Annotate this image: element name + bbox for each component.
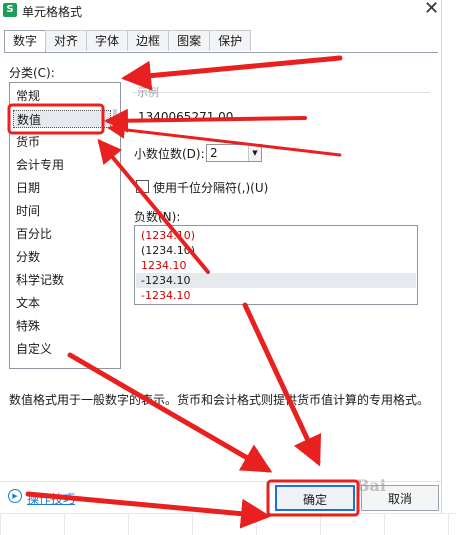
app-icon: S — [3, 3, 17, 17]
tab-pattern[interactable]: 图案 — [168, 30, 211, 51]
negatives-list[interactable]: (1234.10) (1234.10) 1234.10 -1234.10 -12… — [134, 225, 418, 305]
tab-strip: 数字 对齐 字体 边框 图案 保护 — [4, 30, 252, 52]
dialog-title: 单元格格式 — [22, 5, 83, 19]
arrow-to-ok-2 — [67, 352, 273, 473]
category-item-number[interactable]: 数值 — [13, 110, 111, 128]
tab-font[interactable]: 字体 — [86, 30, 129, 51]
negative-option[interactable]: -1234.10 — [141, 288, 190, 303]
negative-option[interactable]: (1234.10) — [141, 243, 195, 258]
decimals-stepper[interactable]: 2 ▼ — [206, 144, 262, 162]
chevron-down-icon[interactable]: ▼ — [248, 145, 261, 161]
category-list[interactable]: 常规 数值 货币 会计专用 日期 时间 百分比 分数 科学记数 文本 特殊 自定… — [9, 82, 121, 369]
sheet-grid-background — [0, 513, 456, 535]
watermark-logo: Bai — [356, 476, 386, 495]
close-icon[interactable]: ✕ — [424, 0, 439, 19]
category-item-custom[interactable]: 自定义 — [16, 340, 52, 358]
play-icon[interactable]: ▶ — [8, 489, 22, 503]
category-scrollbar[interactable] — [113, 109, 117, 128]
tips-link[interactable]: 操作技巧 — [27, 490, 75, 507]
ok-button[interactable]: 确定 — [275, 485, 355, 511]
category-item-currency[interactable]: 货币 — [16, 133, 40, 151]
thousands-label: 使用千位分隔符(,)(U) — [153, 181, 269, 195]
tab-border[interactable]: 边框 — [127, 30, 170, 51]
category-item-percentage[interactable]: 百分比 — [16, 225, 52, 243]
negative-option-selected[interactable]: -1234.10 — [136, 273, 416, 288]
format-description: 数值格式用于一般数字的表示。货币和会计格式则提供货币值计算的专用格式。 — [9, 393, 430, 407]
category-item-fraction[interactable]: 分数 — [16, 248, 40, 266]
dialog-border — [441, 0, 442, 534]
tab-panel-border — [4, 52, 438, 53]
category-item-general[interactable]: 常规 — [16, 87, 40, 105]
category-item-scientific[interactable]: 科学记数 — [16, 271, 64, 289]
category-item-time[interactable]: 时间 — [16, 202, 40, 220]
category-label: 分类(C): — [9, 66, 55, 80]
arrow-to-ok-1 — [242, 302, 322, 467]
sample-label: 示例 — [137, 86, 159, 99]
category-item-text[interactable]: 文本 — [16, 294, 40, 312]
tab-protection[interactable]: 保护 — [209, 30, 252, 51]
arrow-to-category-label — [121, 55, 343, 91]
tab-alignment[interactable]: 对齐 — [45, 30, 88, 51]
category-item-accounting[interactable]: 会计专用 — [16, 156, 64, 174]
category-item-special[interactable]: 特殊 — [16, 317, 40, 335]
thousands-checkbox[interactable] — [136, 180, 149, 193]
sample-value: 1340065271.00 — [138, 110, 234, 124]
decimals-label: 小数位数(D): — [134, 147, 205, 161]
category-item-date[interactable]: 日期 — [16, 179, 40, 197]
negative-option[interactable]: 1234.10 — [141, 258, 187, 273]
negatives-label: 负数(N): — [134, 210, 181, 224]
tab-number[interactable]: 数字 — [4, 30, 47, 52]
negative-option[interactable]: (1234.10) — [141, 228, 195, 243]
decimals-value: 2 — [210, 146, 218, 160]
